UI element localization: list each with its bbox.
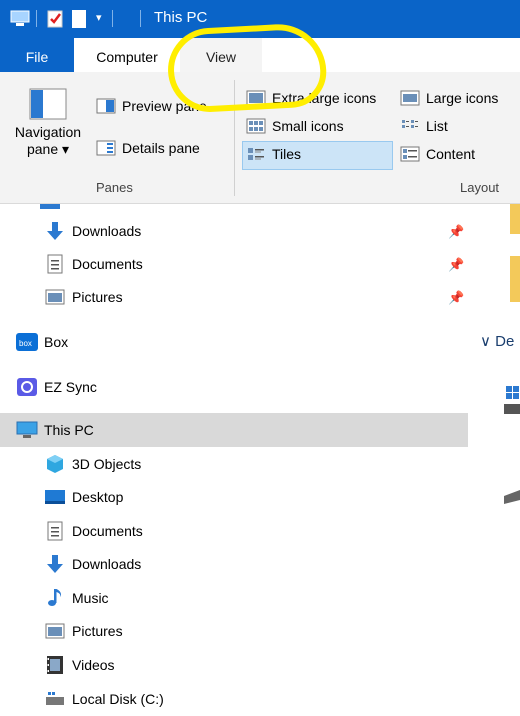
ribbon: Navigation pane ▾ Preview pane Details p… bbox=[0, 72, 520, 204]
scrolled-item-edge bbox=[40, 204, 60, 209]
quick-access-item-pictures[interactable]: Pictures 📌 bbox=[0, 280, 468, 314]
content-icon bbox=[400, 146, 420, 162]
details-pane-icon bbox=[96, 140, 116, 156]
devices-section-header[interactable]: ∨ De bbox=[480, 332, 514, 350]
panes-group-label: Panes bbox=[96, 180, 133, 195]
details-pane-label: Details pane bbox=[122, 140, 200, 156]
tab-view[interactable]: View bbox=[180, 38, 262, 72]
this-pc-icon bbox=[10, 9, 30, 30]
this-pc-icon bbox=[16, 419, 38, 441]
small-icons-label: Small icons bbox=[272, 118, 344, 134]
box-icon: box bbox=[16, 331, 38, 353]
pictures-icon bbox=[44, 620, 66, 642]
ez-sync-icon bbox=[16, 376, 38, 398]
nav-item-this-pc[interactable]: This PC bbox=[0, 413, 468, 447]
preview-pane-icon bbox=[96, 98, 116, 114]
extra-large-icons-label: Extra large icons bbox=[272, 90, 377, 106]
nav-item-label: Music bbox=[72, 590, 109, 606]
navigation-pane-icon bbox=[29, 88, 67, 120]
nav-item-ez-sync[interactable]: EZ Sync bbox=[0, 370, 468, 404]
list-view-button[interactable]: List bbox=[400, 118, 448, 134]
large-icons-icon bbox=[400, 90, 420, 106]
nav-item-videos[interactable]: Videos bbox=[0, 648, 468, 682]
nav-item-label: Downloads bbox=[72, 223, 142, 239]
pin-icon[interactable]: 📌 bbox=[448, 224, 464, 240]
chevron-down-icon: ∨ bbox=[480, 333, 496, 350]
videos-icon bbox=[44, 654, 66, 676]
window-title: This PC bbox=[154, 9, 208, 26]
large-icons-button[interactable]: Large icons bbox=[400, 90, 498, 106]
nav-item-pictures[interactable]: Pictures bbox=[0, 614, 468, 648]
3d-objects-icon bbox=[44, 453, 66, 475]
pin-icon[interactable]: 📌 bbox=[448, 257, 464, 273]
navigation-pane: Downloads 📌 Documents 📌 Pictures 📌 box B… bbox=[0, 204, 470, 707]
small-icons-icon bbox=[246, 118, 266, 134]
ribbon-tabs: File Computer View bbox=[0, 38, 520, 72]
nav-item-music[interactable]: Music bbox=[0, 581, 468, 615]
navigation-pane-label-2: pane ▾ bbox=[26, 141, 70, 157]
preview-pane-label: Preview pane bbox=[122, 98, 207, 114]
download-arrow-icon bbox=[44, 220, 66, 242]
nav-item-label: Pictures bbox=[72, 623, 123, 639]
quick-access-item-downloads[interactable]: Downloads 📌 bbox=[0, 214, 468, 248]
nav-item-documents[interactable]: Documents bbox=[0, 514, 468, 548]
svg-text:box: box bbox=[19, 339, 32, 348]
tiles-view-button[interactable]: Tiles bbox=[246, 146, 301, 162]
nav-item-downloads[interactable]: Downloads bbox=[0, 547, 468, 581]
tiles-icon bbox=[248, 148, 264, 160]
list-icon bbox=[402, 120, 418, 128]
tab-computer[interactable]: Computer bbox=[74, 38, 180, 72]
section-header-label: De bbox=[495, 333, 515, 350]
small-icons-button[interactable]: Small icons bbox=[246, 118, 344, 134]
nav-item-label: Box bbox=[44, 334, 69, 350]
folder-icon[interactable] bbox=[510, 256, 520, 302]
preview-pane-button[interactable]: Preview pane bbox=[96, 98, 207, 114]
pin-icon[interactable]: 📌 bbox=[448, 290, 464, 306]
extra-large-icons-button[interactable]: Extra large icons bbox=[246, 90, 376, 106]
pictures-icon bbox=[44, 286, 66, 308]
folder-icon[interactable] bbox=[510, 204, 520, 234]
new-folder-icon[interactable] bbox=[70, 9, 88, 32]
content-view-button[interactable]: Content bbox=[400, 146, 475, 162]
nav-item-label: Videos bbox=[72, 657, 115, 673]
customize-quick-access-icon[interactable]: ▾ bbox=[96, 11, 102, 24]
nav-item-label: Desktop bbox=[72, 489, 124, 505]
drive-icon[interactable] bbox=[504, 486, 520, 506]
nav-item-3d-objects[interactable]: 3D Objects bbox=[0, 447, 468, 481]
nav-item-label: 3D Objects bbox=[72, 456, 142, 472]
nav-item-local-disk[interactable]: Local Disk (C:) bbox=[0, 682, 468, 716]
quick-access-item-documents[interactable]: Documents 📌 bbox=[0, 247, 468, 281]
nav-item-label: Documents bbox=[72, 256, 143, 272]
tab-file[interactable]: File bbox=[0, 38, 74, 72]
content-pane: ∨ De bbox=[470, 204, 520, 700]
layout-group-label: Layout bbox=[460, 180, 500, 195]
nav-item-label: Pictures bbox=[72, 289, 123, 305]
download-arrow-icon bbox=[44, 553, 66, 575]
music-note-icon bbox=[44, 587, 66, 609]
drive-icon bbox=[44, 688, 66, 710]
windows-drive-icon[interactable] bbox=[504, 384, 520, 418]
nav-item-desktop[interactable]: Desktop bbox=[0, 480, 468, 514]
content-label: Content bbox=[426, 146, 476, 162]
details-pane-button[interactable]: Details pane bbox=[96, 140, 200, 156]
title-bar: ▾ This PC bbox=[0, 0, 520, 38]
nav-item-label: Local Disk (C:) bbox=[72, 691, 164, 707]
tiles-label: Tiles bbox=[272, 146, 302, 162]
documents-icon bbox=[44, 520, 66, 542]
navigation-pane-button[interactable]: Navigation pane ▾ bbox=[6, 88, 90, 158]
nav-item-label: Documents bbox=[72, 523, 143, 539]
nav-item-label: This PC bbox=[44, 422, 94, 438]
navigation-pane-label: Navigation bbox=[14, 124, 82, 140]
nav-item-box[interactable]: box Box bbox=[0, 325, 468, 359]
extra-large-icons-icon bbox=[246, 90, 266, 106]
nav-item-label: Downloads bbox=[72, 556, 142, 572]
desktop-icon bbox=[44, 486, 66, 508]
documents-icon bbox=[44, 253, 66, 275]
large-icons-label: Large icons bbox=[426, 90, 499, 106]
list-label: List bbox=[426, 118, 448, 134]
properties-icon[interactable] bbox=[46, 9, 64, 32]
nav-item-label: EZ Sync bbox=[44, 379, 97, 395]
